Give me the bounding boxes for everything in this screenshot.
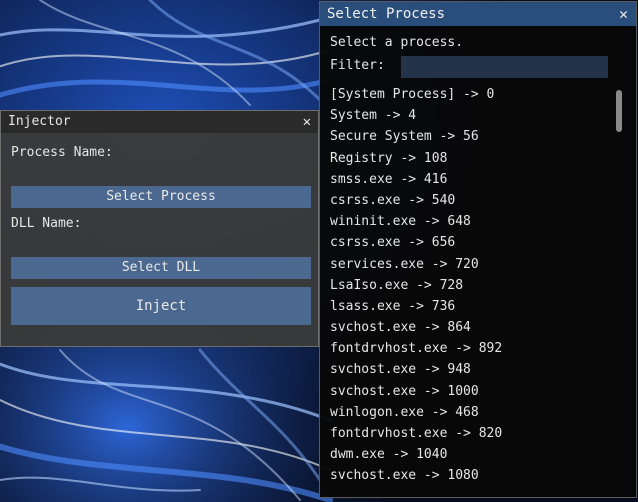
process-name-label: Process Name: bbox=[11, 145, 113, 160]
select-process-titlebar[interactable]: Select Process ✕ bbox=[320, 2, 636, 26]
injector-window: Injector ✕ Process Name: Select Process … bbox=[0, 110, 319, 347]
process-list: [System Process] -> 0 System -> 4 Secure S… bbox=[330, 84, 610, 487]
process-list-scrollbar[interactable] bbox=[613, 84, 623, 492]
process-list-item[interactable]: wininit.exe -> 648 bbox=[330, 211, 610, 232]
close-icon[interactable]: ✕ bbox=[303, 111, 311, 133]
process-list-item[interactable]: csrss.exe -> 540 bbox=[330, 190, 610, 211]
process-list-item[interactable]: LsaIso.exe -> 728 bbox=[330, 275, 610, 296]
process-list-item[interactable]: svchost.exe -> 1000 bbox=[330, 381, 610, 402]
process-list-item[interactable]: svchost.exe -> 948 bbox=[330, 359, 610, 380]
filter-label: Filter: bbox=[330, 58, 385, 73]
process-list-item[interactable]: smss.exe -> 416 bbox=[330, 169, 610, 190]
select-process-button[interactable]: Select Process bbox=[11, 186, 311, 208]
process-list-item[interactable]: [System Process] -> 0 bbox=[330, 84, 610, 105]
process-list-item[interactable]: fontdrvhost.exe -> 892 bbox=[330, 338, 610, 359]
scrollbar-thumb[interactable] bbox=[616, 90, 622, 132]
process-list-item[interactable]: fontdrvhost.exe -> 820 bbox=[330, 423, 610, 444]
process-list-item[interactable]: Secure System -> 56 bbox=[330, 126, 610, 147]
filter-input[interactable] bbox=[401, 56, 608, 78]
injector-titlebar[interactable]: Injector ✕ bbox=[1, 111, 318, 133]
process-list-item[interactable]: Registry -> 108 bbox=[330, 148, 610, 169]
process-list-item[interactable]: svchost.exe -> 1080 bbox=[330, 465, 610, 486]
process-list-item[interactable]: dwm.exe -> 1040 bbox=[330, 444, 610, 465]
select-dll-button[interactable]: Select DLL bbox=[11, 257, 311, 279]
process-list-item[interactable]: services.exe -> 720 bbox=[330, 254, 610, 275]
process-list-item[interactable]: csrss.exe -> 656 bbox=[330, 232, 610, 253]
inject-button[interactable]: Inject bbox=[11, 287, 311, 325]
process-list-item[interactable]: System -> 4 bbox=[330, 105, 610, 126]
select-process-window: Select Process ✕ Select a process. Filte… bbox=[319, 1, 637, 498]
select-prompt: Select a process. bbox=[330, 35, 464, 50]
dll-name-label: DLL Name: bbox=[11, 216, 82, 231]
process-list-item[interactable]: winlogon.exe -> 468 bbox=[330, 402, 610, 423]
process-list-item[interactable]: lsass.exe -> 736 bbox=[330, 296, 610, 317]
close-icon[interactable]: ✕ bbox=[619, 2, 628, 26]
process-list-item[interactable]: svchost.exe -> 864 bbox=[330, 317, 610, 338]
injector-title: Injector bbox=[8, 114, 71, 129]
select-process-title: Select Process bbox=[327, 6, 446, 22]
